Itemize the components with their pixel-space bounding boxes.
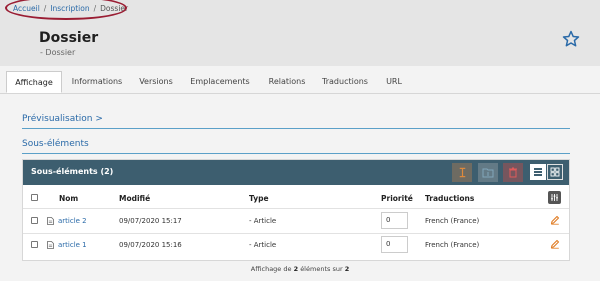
folder-upload-icon [482, 168, 494, 178]
panel-header: Sous-éléments (2) [23, 160, 569, 185]
grid-view-icon [550, 167, 560, 177]
row-type: - Article [249, 241, 277, 249]
preview-link[interactable]: Prévisualisation > [22, 114, 103, 124]
select-all-checkbox[interactable] [31, 194, 38, 201]
trash-icon [509, 167, 517, 178]
row-divider [23, 208, 569, 209]
column-header-priorite[interactable]: Priorité [381, 194, 413, 203]
tab-traductions[interactable]: Traductions [314, 71, 376, 93]
list-view-icon [534, 168, 542, 176]
column-header-nom[interactable]: Nom [59, 194, 78, 203]
grid-view-toggle[interactable] [547, 164, 563, 180]
column-header-modifie[interactable]: Modifié [119, 194, 150, 203]
chevron-right-icon: > [95, 114, 103, 124]
column-header-traductions[interactable]: Traductions [425, 194, 474, 203]
document-icon [47, 217, 54, 225]
footer-total-count: 2 [344, 265, 350, 273]
tab-informations[interactable]: Informations [62, 71, 132, 93]
move-button[interactable] [452, 163, 472, 182]
column-header-type[interactable]: Type [249, 194, 269, 203]
row-translations: French (France) [425, 241, 480, 249]
sliders-icon [551, 194, 558, 201]
tab-bar: Affichage Informations Versions Emplacem… [0, 71, 600, 94]
tab-affichage[interactable]: Affichage [6, 71, 62, 93]
footer-prefix: Affichage de [250, 265, 292, 273]
page-subtitle: - Dossier [40, 48, 76, 57]
tab-versions[interactable]: Versions [132, 71, 180, 93]
star-icon[interactable] [562, 30, 580, 48]
row-modified: 09/07/2020 15:17 [119, 217, 182, 225]
section-divider [22, 128, 570, 129]
preview-label: Prévisualisation [22, 114, 93, 124]
subelements-panel: Sous-éléments (2) Nom Modifié Type Prior… [22, 159, 570, 261]
copy-folder-button[interactable] [478, 163, 498, 182]
column-settings-button[interactable] [548, 191, 561, 204]
tab-relations[interactable]: Relations [260, 71, 314, 93]
page-title: Dossier [39, 30, 99, 46]
priority-input[interactable]: 0 [381, 212, 408, 229]
move-icon [459, 167, 465, 178]
panel-title: Sous-éléments (2) [31, 167, 114, 176]
row-translations: French (France) [425, 217, 480, 225]
tab-url[interactable]: URL [376, 71, 412, 93]
pencil-icon[interactable] [550, 215, 560, 225]
pagination-summary: Affichage de 2 éléments sur 2 [0, 265, 600, 273]
subelements-heading: Sous-éléments [22, 139, 89, 149]
footer-middle: éléments sur [300, 265, 343, 273]
delete-button[interactable] [503, 163, 523, 182]
annotation-oval [5, 0, 127, 20]
footer-shown-count: 2 [293, 265, 299, 273]
row-modified: 09/07/2020 15:16 [119, 241, 182, 249]
row-type: - Article [249, 217, 277, 225]
priority-input[interactable]: 0 [381, 236, 408, 253]
page-header: Accueil / Inscription / Dossier Dossier - Do… [0, 0, 600, 66]
row-name-link[interactable]: article 1 [58, 241, 87, 249]
section-divider [22, 153, 570, 154]
pencil-icon[interactable] [550, 239, 560, 249]
row-name-link[interactable]: article 2 [58, 217, 87, 225]
document-icon [47, 241, 54, 249]
row-checkbox[interactable] [31, 217, 38, 224]
tab-emplacements[interactable]: Emplacements [180, 71, 260, 93]
row-checkbox[interactable] [31, 241, 38, 248]
row-divider [23, 233, 569, 234]
list-view-toggle[interactable] [530, 164, 546, 180]
